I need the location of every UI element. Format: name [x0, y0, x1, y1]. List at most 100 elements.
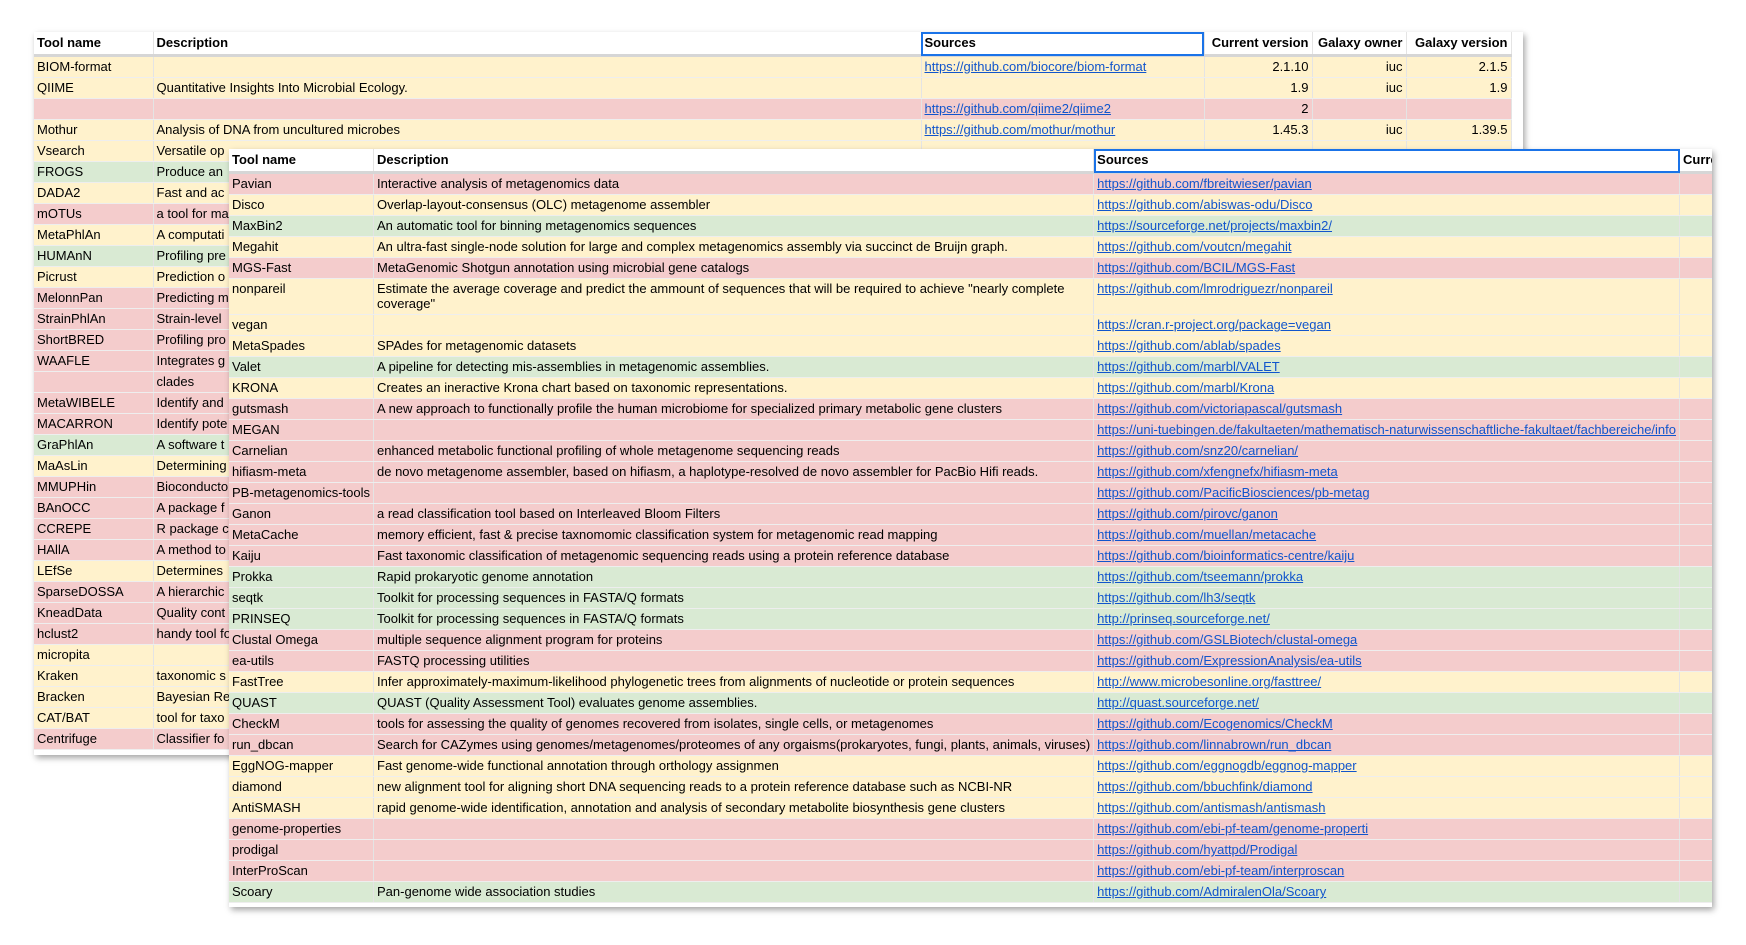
current-version-cell[interactable]: 1.3.0: [1679, 482, 1712, 504]
tool-name-cell[interactable]: Ganon: [229, 503, 374, 525]
col-current-version[interactable]: Current version: [1679, 149, 1712, 174]
source-link-cell[interactable]: http://quast.sourceforge.net/: [1093, 692, 1680, 714]
current-version-cell[interactable]: 3.15.2: [1679, 335, 1712, 357]
current-version-cell[interactable]: 2.1.11: [1679, 671, 1712, 693]
source-link[interactable]: https://github.com/lmrodriguezr/nonparei…: [1097, 281, 1333, 296]
description-cell[interactable]: [373, 839, 1095, 861]
current-version-cell[interactable]: 1.7.4: [1679, 545, 1712, 567]
tool-name-cell[interactable]: prodigal: [229, 839, 374, 861]
description-cell[interactable]: memory efficient, fast & precise taxnomo…: [373, 524, 1095, 546]
source-link-cell[interactable]: https://github.com/voutcn/megahit: [1093, 236, 1680, 258]
current-version-cell[interactable]: 1.2.9: [1679, 236, 1712, 258]
source-link-cell[interactable]: https://github.com/ebi-pf-team/genome-pr…: [1093, 818, 1680, 840]
tool-name-cell[interactable]: QIIME: [34, 77, 154, 99]
tool-name-cell[interactable]: BIOM-format: [34, 55, 154, 78]
galaxy-version-cell[interactable]: 2.1.5: [1406, 55, 1512, 78]
tool-name-cell[interactable]: run_dbcan: [229, 734, 374, 756]
current-version-cell[interactable]: 0.2: [1679, 461, 1712, 483]
source-link-cell[interactable]: https://uni-tuebingen.de/fakultaeten/mat…: [1093, 419, 1680, 441]
current-version-cell[interactable]: 1.9: [1204, 77, 1313, 99]
tool-name-cell[interactable]: MetaPhlAn: [34, 224, 154, 246]
source-link[interactable]: https://github.com/BCIL/MGS-Fast: [1097, 260, 1295, 275]
current-version-cell[interactable]: 2.8: [1679, 377, 1712, 399]
source-link[interactable]: https://github.com/ablab/spades: [1097, 338, 1281, 353]
source-link-cell[interactable]: https://github.com/marbl/VALET: [1093, 356, 1680, 378]
description-cell[interactable]: new alignment tool for aligning short DN…: [373, 776, 1095, 798]
tool-name-cell[interactable]: Valet: [229, 356, 374, 378]
current-version-cell[interactable]: 1.1.1: [1679, 524, 1712, 546]
description-cell[interactable]: MetaGenomic Shotgun annotation using mic…: [373, 257, 1095, 279]
source-link-cell[interactable]: https://github.com/PacificBiosciences/pb…: [1093, 482, 1680, 504]
col-tool-name[interactable]: Tool name: [229, 149, 374, 174]
source-link-cell[interactable]: http://www.microbesonline.org/fasttree/: [1093, 671, 1680, 693]
tool-name-cell[interactable]: AntiSMASH: [229, 797, 374, 819]
source-link-cell[interactable]: https://github.com/victoriapascal/gutsma…: [1093, 398, 1680, 420]
description-cell[interactable]: [153, 55, 922, 78]
source-link[interactable]: https://github.com/xfengnefx/hifiasm-met…: [1097, 464, 1338, 479]
tool-name-cell[interactable]: SparseDOSSA: [34, 581, 154, 603]
description-cell[interactable]: Interactive analysis of metagenomics dat…: [373, 172, 1095, 195]
tool-name-cell[interactable]: Vsearch: [34, 140, 154, 162]
source-link-cell[interactable]: http://prinseq.sourceforge.net/: [1093, 608, 1680, 630]
description-cell[interactable]: [373, 482, 1095, 504]
source-link[interactable]: https://github.com/victoriapascal/gutsma…: [1097, 401, 1342, 416]
description-cell[interactable]: Toolkit for processing sequences in FAST…: [373, 608, 1095, 630]
tool-name-cell[interactable]: ea-utils: [229, 650, 374, 672]
col-sources[interactable]: Sources: [921, 32, 1205, 57]
col-galaxy-version[interactable]: Galaxy version: [1406, 32, 1512, 57]
source-link-cell[interactable]: https://github.com/pirovc/ganon: [1093, 503, 1680, 525]
source-link[interactable]: https://github.com/marbl/VALET: [1097, 359, 1280, 374]
tool-name-cell[interactable]: Disco: [229, 194, 374, 216]
source-link[interactable]: https://github.com/fbreitwieser/pavian: [1097, 176, 1312, 191]
tool-name-cell[interactable]: [34, 371, 154, 393]
description-cell[interactable]: Rapid prokaryotic genome annotation: [373, 566, 1095, 588]
source-link-cell[interactable]: https://github.com/bbuchfink/diamond: [1093, 776, 1680, 798]
source-link-cell[interactable]: https://github.com/GSLBiotech/clustal-om…: [1093, 629, 1680, 651]
galaxy-owner-cell[interactable]: iuc: [1312, 119, 1407, 141]
tool-name-cell[interactable]: Carnelian: [229, 440, 374, 462]
tool-name-cell[interactable]: Kaiju: [229, 545, 374, 567]
current-version-cell[interactable]: [1679, 257, 1712, 279]
tool-name-cell[interactable]: seqtk: [229, 587, 374, 609]
source-link-cell[interactable]: https://github.com/biocore/biom-format: [921, 55, 1205, 78]
source-link[interactable]: https://github.com/GSLBiotech/clustal-om…: [1097, 632, 1357, 647]
current-version-cell[interactable]: 1.6.16: [1679, 881, 1712, 903]
source-link[interactable]: https://github.com/AdmiralenOla/Scoary: [1097, 884, 1326, 899]
tool-name-cell[interactable]: nonpareil: [229, 278, 374, 315]
tool-name-cell[interactable]: MGS-Fast: [229, 257, 374, 279]
tool-name-cell[interactable]: MaAsLin: [34, 455, 154, 477]
tool-name-cell[interactable]: Picrust: [34, 266, 154, 288]
tool-name-cell[interactable]: QUAST: [229, 692, 374, 714]
source-link[interactable]: https://github.com/snz20/carnelian/: [1097, 443, 1298, 458]
tool-name-cell[interactable]: Clustal Omega: [229, 629, 374, 651]
current-version-cell[interactable]: 2.6.3: [1679, 839, 1712, 861]
source-link-cell[interactable]: https://github.com/ablab/spades: [1093, 335, 1680, 357]
description-cell[interactable]: [373, 314, 1095, 336]
current-version-cell[interactable]: 2.5-7: [1679, 314, 1712, 336]
current-version-cell[interactable]: [1679, 419, 1712, 441]
description-cell[interactable]: tools for assessing the quality of genom…: [373, 713, 1095, 735]
current-version-cell[interactable]: 5.0.2: [1679, 692, 1712, 714]
tool-name-cell[interactable]: ShortBRED: [34, 329, 154, 351]
tool-name-cell[interactable]: Pavian: [229, 172, 374, 195]
tool-name-cell[interactable]: Centrifuge: [34, 728, 154, 750]
tool-name-cell[interactable]: Bracken: [34, 686, 154, 708]
source-link[interactable]: https://uni-tuebingen.de/fakultaeten/mat…: [1097, 422, 1676, 437]
tool-name-cell[interactable]: mOTUs: [34, 203, 154, 225]
tool-name-cell[interactable]: MetaCache: [229, 524, 374, 546]
description-cell[interactable]: [373, 818, 1095, 840]
source-link[interactable]: https://cran.r-project.org/package=vegan: [1097, 317, 1331, 332]
source-link[interactable]: https://sourceforge.net/projects/maxbin2…: [1097, 218, 1332, 233]
current-version-cell[interactable]: 2: [1679, 818, 1712, 840]
tool-name-cell[interactable]: diamond: [229, 776, 374, 798]
description-cell[interactable]: Overlap-layout-consensus (OLC) metagenom…: [373, 194, 1095, 216]
galaxy-version-cell[interactable]: 1.9: [1406, 77, 1512, 99]
source-link-cell[interactable]: https://github.com/lmrodriguezr/nonparei…: [1093, 278, 1680, 315]
description-cell[interactable]: enhanced metabolic functional profiling …: [373, 440, 1095, 462]
current-version-cell[interactable]: 2.1.10: [1204, 55, 1313, 78]
tool-name-cell[interactable]: MEGAN: [229, 419, 374, 441]
current-version-cell[interactable]: [1679, 734, 1712, 756]
tool-name-cell[interactable]: PRINSEQ: [229, 608, 374, 630]
current-version-cell[interactable]: 5.51-85.0: [1679, 860, 1712, 882]
source-link[interactable]: https://github.com/lh3/seqtk: [1097, 590, 1255, 605]
